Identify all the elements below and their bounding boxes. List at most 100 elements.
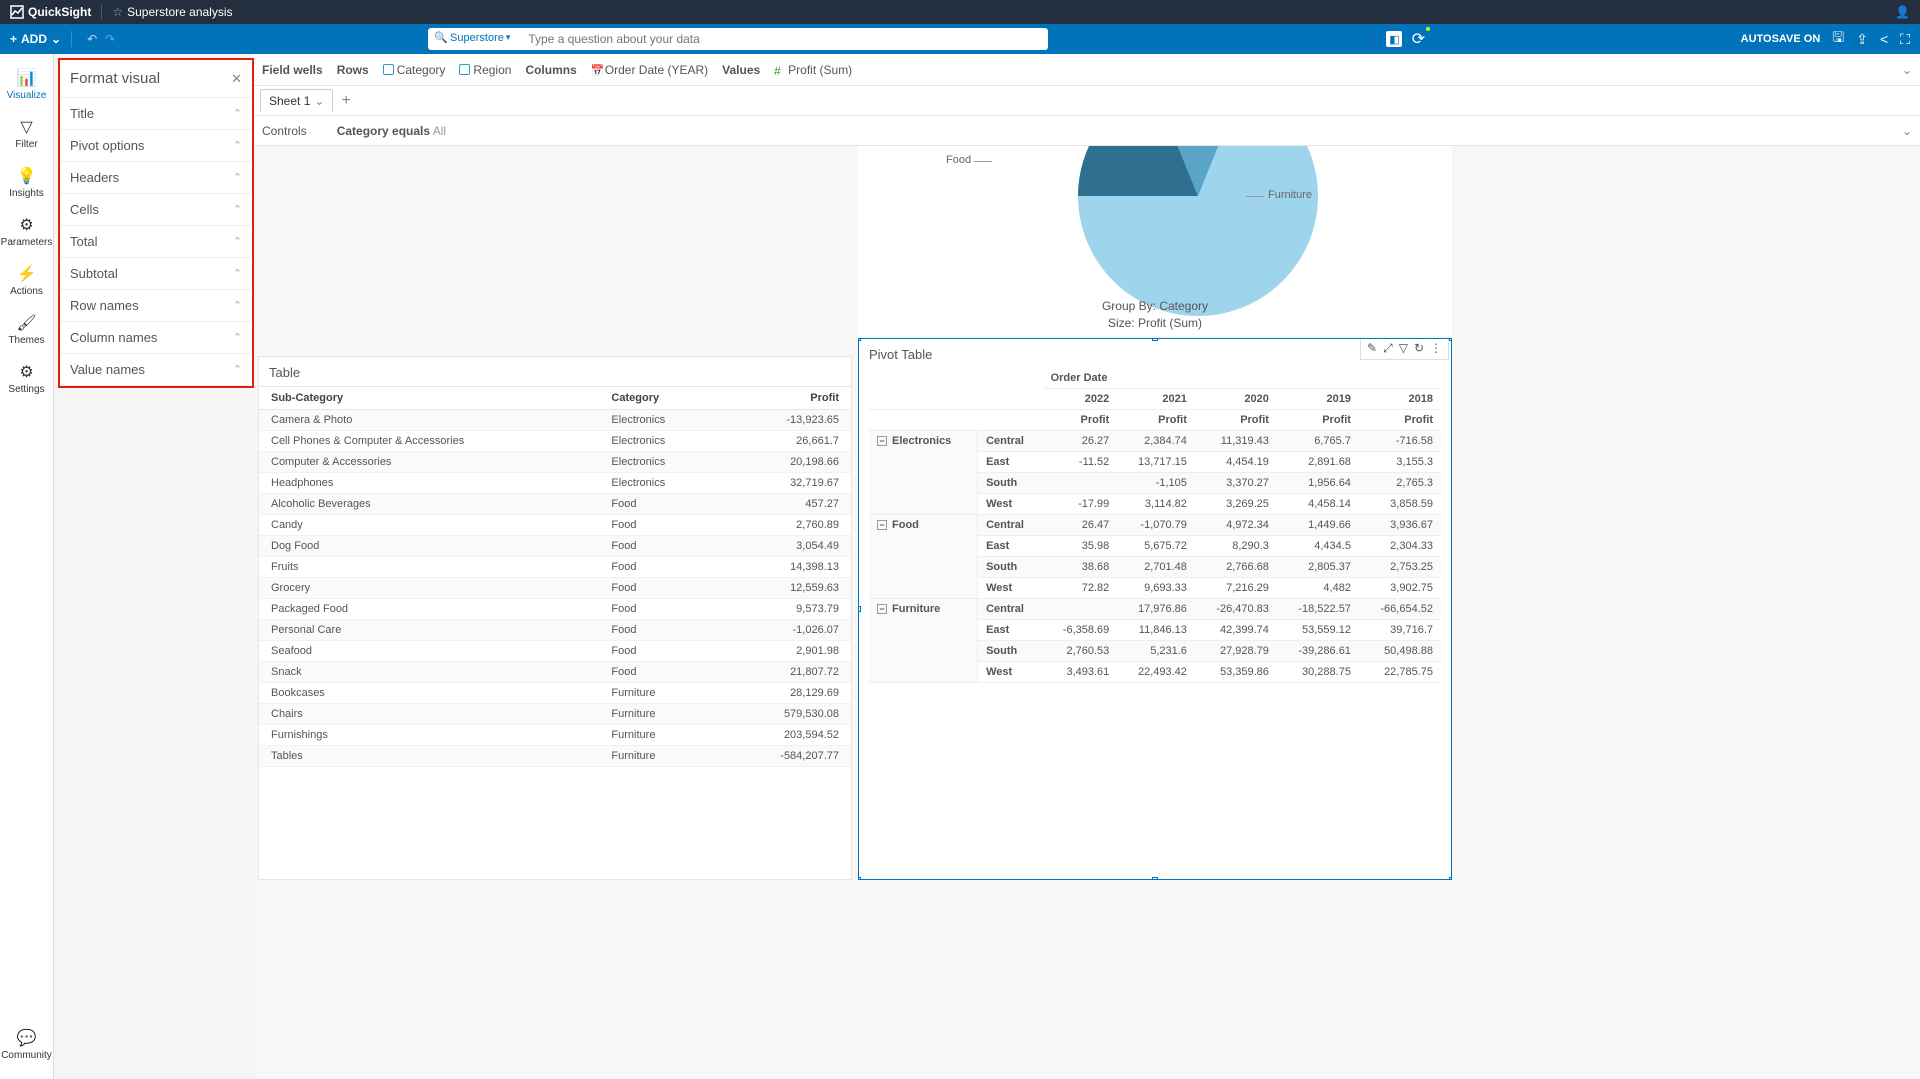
collapse-icon[interactable]: − bbox=[877, 520, 887, 530]
user-icon[interactable]: 👤 bbox=[1895, 5, 1910, 19]
expand-fieldwells-icon[interactable]: ⌄ bbox=[1902, 63, 1912, 77]
rail-item-insights[interactable]: 💡Insights bbox=[1, 158, 53, 207]
table-row[interactable]: HeadphonesElectronics32,719.67 bbox=[259, 473, 851, 494]
share-icon[interactable]: < bbox=[1880, 31, 1888, 47]
format-section-cells[interactable]: Cells⌃ bbox=[60, 194, 252, 226]
table-row[interactable]: TablesFurniture-584,207.77 bbox=[259, 746, 851, 767]
fullscreen-icon[interactable]: ⛶ bbox=[1900, 31, 1910, 48]
analysis-title[interactable]: Superstore analysis bbox=[127, 5, 232, 19]
pin-icon[interactable]: ◧ bbox=[1385, 30, 1403, 48]
resize-handle[interactable] bbox=[1449, 338, 1452, 341]
pivot-table-visual[interactable]: ✎ ⤢ ▽ ↻ ⋮ Pivot Table Order Date20222021… bbox=[858, 338, 1452, 880]
pivot-region-header[interactable]: East bbox=[978, 620, 1043, 641]
table-header[interactable]: Category bbox=[599, 387, 721, 410]
expand-icon[interactable]: ⤢ bbox=[1383, 341, 1393, 356]
save-icon[interactable]: 🖫 bbox=[1832, 27, 1844, 51]
format-section-value-names[interactable]: Value names⌃ bbox=[60, 354, 252, 386]
pivot-region-header[interactable]: East bbox=[978, 536, 1043, 557]
table-row[interactable]: SnackFood21,807.72 bbox=[259, 662, 851, 683]
table-row[interactable]: GroceryFood12,559.63 bbox=[259, 578, 851, 599]
pivot-region-header[interactable]: South bbox=[978, 641, 1043, 662]
rail-item-visualize[interactable]: 📊Visualize bbox=[1, 60, 53, 109]
controls-bar[interactable]: Controls Category equals All ⌄ bbox=[254, 116, 1920, 146]
val-field-profit[interactable]: #Profit (Sum) bbox=[774, 63, 852, 77]
resize-handle[interactable] bbox=[1449, 877, 1452, 880]
pivot-region-header[interactable]: East bbox=[978, 452, 1043, 473]
pivot-row[interactable]: −ElectronicsCentral26.272,384.7411,319.4… bbox=[869, 431, 1441, 452]
table-header[interactable]: Profit bbox=[721, 387, 851, 410]
refresh-q-icon[interactable]: ⟳ bbox=[1409, 30, 1427, 48]
redo-icon[interactable]: ↷ bbox=[105, 32, 115, 46]
undo-icon[interactable]: ↶ bbox=[87, 32, 97, 46]
pivot-row[interactable]: −FurnitureCentral17,976.86-26,470.83-18,… bbox=[869, 599, 1441, 620]
add-button[interactable]: + ADD ⌄ bbox=[10, 32, 61, 46]
collapse-icon[interactable]: − bbox=[877, 436, 887, 446]
table-row[interactable]: Camera & PhotoElectronics-13,923.65 bbox=[259, 410, 851, 431]
table-row[interactable]: SeafoodFood2,901.98 bbox=[259, 641, 851, 662]
rail-item-themes[interactable]: 🖌Themes bbox=[1, 305, 53, 354]
format-section-row-names[interactable]: Row names⌃ bbox=[60, 290, 252, 322]
pivot-region-header[interactable]: Central bbox=[978, 599, 1043, 620]
pivot-profit-header[interactable]: Profit bbox=[1043, 410, 1118, 431]
pivot-region-header[interactable]: West bbox=[978, 578, 1043, 599]
resize-handle[interactable] bbox=[858, 877, 861, 880]
col-field-orderdate[interactable]: 📅Order Date (YEAR) bbox=[591, 63, 708, 77]
pivot-region-header[interactable]: Central bbox=[978, 431, 1043, 452]
pivot-year-header[interactable]: 2021 bbox=[1117, 389, 1195, 410]
resize-handle[interactable] bbox=[1152, 338, 1158, 341]
table-row[interactable]: FurnishingsFurniture203,594.52 bbox=[259, 725, 851, 746]
format-section-subtotal[interactable]: Subtotal⌃ bbox=[60, 258, 252, 290]
table-row[interactable]: FruitsFood14,398.13 bbox=[259, 557, 851, 578]
add-sheet-button[interactable]: + bbox=[341, 92, 350, 110]
export-icon[interactable]: ⇪ bbox=[1856, 31, 1868, 48]
pivot-region-header[interactable]: South bbox=[978, 557, 1043, 578]
control-filter[interactable]: Category equals All bbox=[337, 124, 446, 138]
pivot-orderdate-header[interactable]: Order Date bbox=[1043, 368, 1441, 389]
pivot-profit-header[interactable]: Profit bbox=[1195, 410, 1277, 431]
more-icon[interactable]: ⋮ bbox=[1367, 32, 1379, 46]
format-section-total[interactable]: Total⌃ bbox=[60, 226, 252, 258]
resize-handle[interactable] bbox=[858, 338, 861, 341]
table-row[interactable]: ChairsFurniture579,530.08 bbox=[259, 704, 851, 725]
brand-logo[interactable]: QuickSight bbox=[10, 5, 91, 19]
pivot-year-header[interactable]: 2018 bbox=[1359, 389, 1441, 410]
pivot-profit-header[interactable]: Profit bbox=[1277, 410, 1359, 431]
table-visual[interactable]: Table Sub-CategoryCategoryProfit Camera … bbox=[258, 356, 852, 880]
pivot-year-header[interactable]: 2022 bbox=[1043, 389, 1118, 410]
resize-handle[interactable] bbox=[1152, 877, 1158, 880]
rail-item-settings[interactable]: ⚙Settings bbox=[1, 354, 53, 403]
table-row[interactable]: Computer & AccessoriesElectronics20,198.… bbox=[259, 452, 851, 473]
more-icon[interactable]: ⋮ bbox=[1430, 341, 1442, 356]
rail-item-filter[interactable]: ▽Filter bbox=[1, 109, 53, 158]
pivot-category-header[interactable]: −Furniture bbox=[869, 599, 978, 683]
pie-chart-visual[interactable]: Food Furniture Group By: Category Size: … bbox=[858, 146, 1452, 336]
pivot-year-header[interactable]: 2019 bbox=[1277, 389, 1359, 410]
pivot-row[interactable]: −FoodCentral26.47-1,070.794,972.341,449.… bbox=[869, 515, 1441, 536]
field-wells-bar[interactable]: Field wells Rows Category Region Columns… bbox=[254, 54, 1920, 86]
autosave-label[interactable]: AUTOSAVE ON bbox=[1741, 33, 1821, 45]
pivot-profit-header[interactable]: Profit bbox=[1117, 410, 1195, 431]
refresh-icon[interactable]: ↻ bbox=[1414, 341, 1424, 356]
row-field-category[interactable]: Category bbox=[383, 63, 446, 77]
table-row[interactable]: Packaged FoodFood9,573.79 bbox=[259, 599, 851, 620]
table-row[interactable]: Dog FoodFood3,054.49 bbox=[259, 536, 851, 557]
pivot-year-header[interactable]: 2020 bbox=[1195, 389, 1277, 410]
favorite-icon[interactable]: ☆ bbox=[112, 5, 123, 19]
rail-community[interactable]: 💬 Community bbox=[0, 1020, 53, 1069]
format-section-headers[interactable]: Headers⌃ bbox=[60, 162, 252, 194]
pivot-region-header[interactable]: South bbox=[978, 473, 1043, 494]
pivot-region-header[interactable]: West bbox=[978, 662, 1043, 683]
chevron-down-icon[interactable]: ⌄ bbox=[314, 94, 324, 108]
pivot-region-header[interactable]: Central bbox=[978, 515, 1043, 536]
table-row[interactable]: Alcoholic BeveragesFood457.27 bbox=[259, 494, 851, 515]
collapse-icon[interactable]: − bbox=[877, 604, 887, 614]
rail-item-actions[interactable]: ⚡Actions bbox=[1, 256, 53, 305]
row-field-region[interactable]: Region bbox=[459, 63, 511, 77]
pivot-region-header[interactable]: West bbox=[978, 494, 1043, 515]
pivot-category-header[interactable]: −Food bbox=[869, 515, 978, 599]
pivot-profit-header[interactable]: Profit bbox=[1359, 410, 1441, 431]
pivot-category-header[interactable]: −Electronics bbox=[869, 431, 978, 515]
table-row[interactable]: Personal CareFood-1,026.07 bbox=[259, 620, 851, 641]
edit-icon[interactable]: ✎ bbox=[1367, 341, 1377, 356]
format-section-title[interactable]: Title⌃ bbox=[60, 98, 252, 130]
